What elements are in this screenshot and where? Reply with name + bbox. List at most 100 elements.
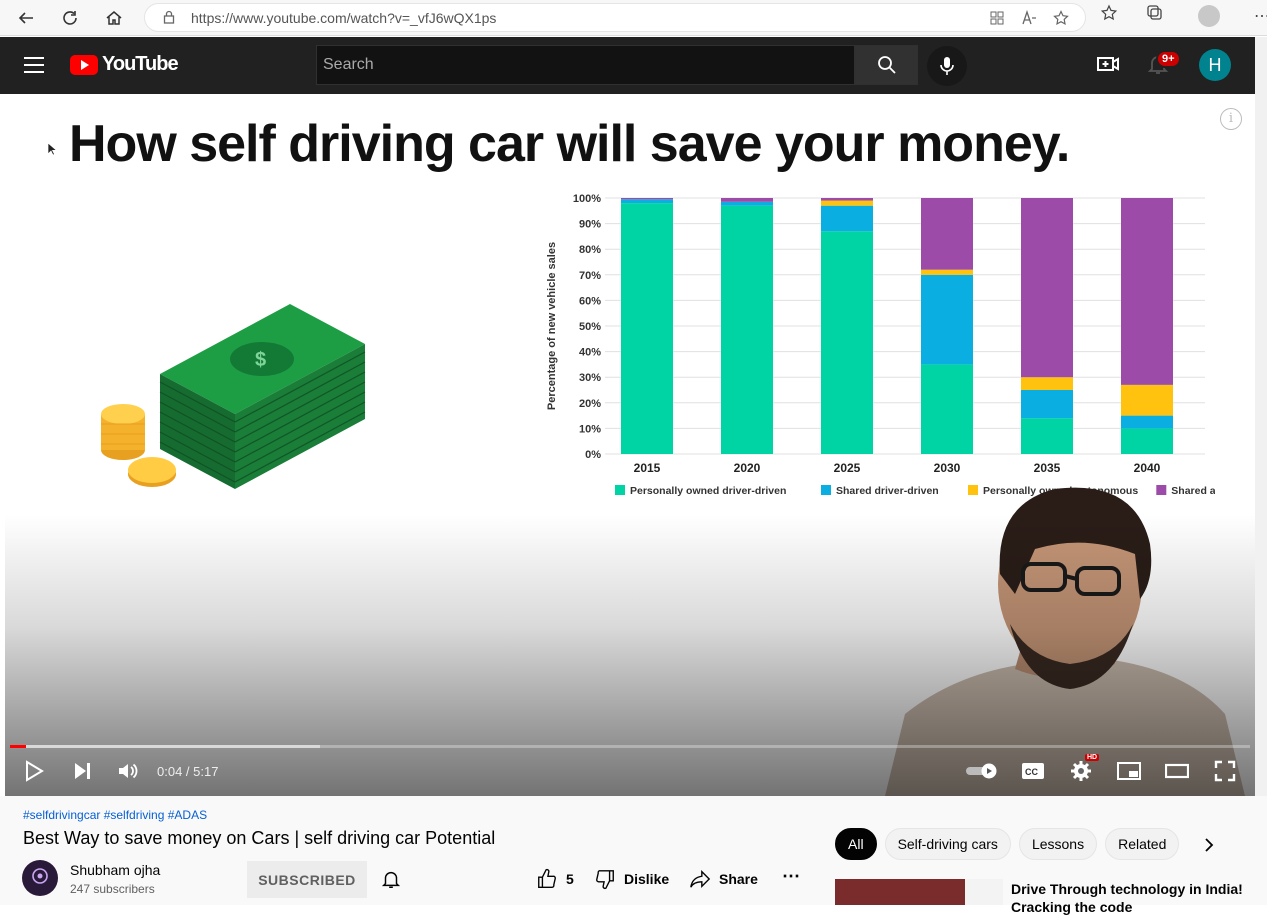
channel-name[interactable]: Shubham ojha bbox=[70, 862, 160, 878]
chip-related[interactable]: Related bbox=[1105, 828, 1180, 860]
subscriber-count: 247 subscribers bbox=[70, 882, 155, 896]
notification-bell-button[interactable] bbox=[380, 868, 402, 895]
like-count: 5 bbox=[566, 871, 574, 887]
more-actions-button[interactable]: ⋯ bbox=[782, 866, 801, 887]
bar-segment bbox=[721, 198, 773, 202]
thumbs-up-icon bbox=[538, 868, 556, 888]
y-tick-label: 20% bbox=[579, 398, 601, 410]
bar-segment bbox=[821, 198, 873, 201]
bar-segment bbox=[1121, 384, 1173, 416]
y-tick-label: 100% bbox=[573, 193, 601, 205]
x-tick-label: 2040 bbox=[1134, 461, 1161, 475]
play-button[interactable] bbox=[21, 758, 47, 784]
page-scrollbar[interactable] bbox=[1255, 37, 1267, 797]
video-player[interactable]: How self driving car will save your mone… bbox=[5, 94, 1255, 796]
video-details: #selfdrivingcar #selfdriving #ADAS Best … bbox=[0, 796, 1267, 915]
create-video-button[interactable] bbox=[1096, 52, 1120, 81]
address-bar[interactable]: https://www.youtube.com/watch?v=_vfJ6wQX… bbox=[144, 3, 1086, 32]
miniplayer-icon bbox=[1117, 762, 1141, 780]
search-input[interactable]: Search bbox=[316, 45, 855, 85]
like-button[interactable]: 5 bbox=[536, 868, 574, 890]
theater-icon bbox=[1165, 763, 1189, 779]
more-horizontal-icon: ⋯ bbox=[782, 866, 801, 886]
play-icon bbox=[26, 760, 44, 782]
video-add-icon bbox=[1097, 57, 1119, 71]
youtube-logo[interactable]: YouTube bbox=[70, 53, 179, 76]
notification-count-badge: 9+ bbox=[1156, 50, 1181, 68]
legend-swatch bbox=[821, 485, 831, 495]
menu-icon[interactable] bbox=[24, 57, 44, 78]
x-tick-label: 2025 bbox=[834, 461, 861, 475]
autoplay-icon bbox=[966, 763, 997, 779]
read-aloud-icon[interactable] bbox=[1021, 9, 1037, 29]
bar-segment bbox=[1021, 418, 1073, 454]
share-button[interactable]: Share bbox=[689, 868, 758, 890]
bar-segment bbox=[1021, 377, 1073, 390]
lock-icon bbox=[163, 10, 175, 27]
apps-icon[interactable] bbox=[989, 10, 1005, 29]
bell-icon bbox=[381, 871, 401, 888]
fullscreen-button[interactable] bbox=[1211, 758, 1239, 784]
y-tick-label: 0% bbox=[585, 449, 601, 461]
chip-lessons[interactable]: Lessons bbox=[1018, 828, 1098, 860]
svg-text:$: $ bbox=[255, 349, 266, 371]
legend-label: Personally owned driver-driven bbox=[630, 485, 786, 497]
bar-segment bbox=[1121, 198, 1173, 385]
controls-gradient bbox=[5, 514, 1255, 796]
x-tick-label: 2030 bbox=[934, 461, 961, 475]
recommended-thumbnail[interactable] bbox=[835, 879, 1003, 905]
more-menu-icon[interactable]: ⋯ bbox=[1254, 6, 1267, 26]
youtube-play-icon bbox=[70, 54, 98, 75]
profile-icon[interactable] bbox=[1198, 4, 1220, 27]
played-bar bbox=[10, 745, 26, 748]
info-icon[interactable]: i bbox=[1220, 108, 1242, 130]
legend-swatch bbox=[615, 485, 625, 495]
account-avatar[interactable]: H bbox=[1199, 49, 1231, 81]
home-icon[interactable] bbox=[98, 2, 130, 34]
dislike-label: Dislike bbox=[624, 871, 670, 887]
slide-title: How self driving car will save your mone… bbox=[69, 115, 1070, 173]
skip-next-icon bbox=[75, 763, 90, 779]
settings-button[interactable]: HD bbox=[1067, 754, 1100, 784]
back-icon[interactable] bbox=[10, 2, 42, 34]
bar-segment bbox=[721, 201, 773, 206]
mute-button[interactable] bbox=[115, 758, 141, 784]
chip-self-driving-cars[interactable]: Self-driving cars bbox=[884, 828, 1011, 860]
refresh-icon[interactable] bbox=[54, 2, 86, 34]
add-favorite-icon[interactable] bbox=[1053, 10, 1069, 29]
y-tick-label: 50% bbox=[579, 321, 601, 333]
chevron-right-icon[interactable] bbox=[1204, 838, 1214, 857]
money-stack-illustration: $ bbox=[101, 304, 366, 489]
favorites-icon[interactable] bbox=[1100, 4, 1118, 27]
y-tick-label: 80% bbox=[579, 244, 601, 256]
x-tick-label: 2035 bbox=[1034, 461, 1061, 475]
fullscreen-icon bbox=[1214, 760, 1236, 782]
dislike-button[interactable]: Dislike bbox=[594, 868, 669, 890]
bar-segment bbox=[621, 203, 673, 454]
bar-segment bbox=[921, 364, 973, 454]
x-tick-label: 2020 bbox=[734, 461, 761, 475]
gear-icon bbox=[1071, 761, 1091, 781]
chip-all[interactable]: All bbox=[835, 828, 877, 860]
collections-icon[interactable] bbox=[1146, 4, 1164, 27]
x-tick-label: 2015 bbox=[634, 461, 661, 475]
recommended-title[interactable]: Drive Through technology in India! Crack… bbox=[1011, 880, 1251, 916]
search-button[interactable] bbox=[855, 45, 918, 85]
miniplayer-button[interactable] bbox=[1115, 758, 1143, 784]
bar-segment bbox=[1121, 428, 1173, 454]
voice-search-button[interactable] bbox=[927, 46, 967, 86]
channel-avatar[interactable] bbox=[22, 860, 58, 896]
stacked-bar-chart: 0% 10% 20% 30% 40% 50% 60% 70% 80% 90% 100% Percent… bbox=[546, 193, 1215, 497]
bar-segment bbox=[621, 198, 673, 200]
next-button[interactable] bbox=[69, 758, 95, 784]
search-icon bbox=[877, 56, 896, 74]
channel-logo-icon bbox=[32, 868, 48, 884]
video-title: Best Way to save money on Cars | self dr… bbox=[23, 828, 496, 848]
subscribe-button[interactable]: SUBSCRIBED bbox=[247, 861, 367, 898]
theater-mode-button[interactable] bbox=[1163, 758, 1191, 784]
autoplay-toggle[interactable] bbox=[963, 758, 1001, 784]
hashtags[interactable]: #selfdrivingcar #selfdriving #ADAS bbox=[23, 808, 207, 822]
bar-segment bbox=[921, 198, 973, 270]
subtitles-button[interactable]: CC bbox=[1019, 758, 1047, 784]
y-tick-label: 90% bbox=[579, 219, 601, 231]
